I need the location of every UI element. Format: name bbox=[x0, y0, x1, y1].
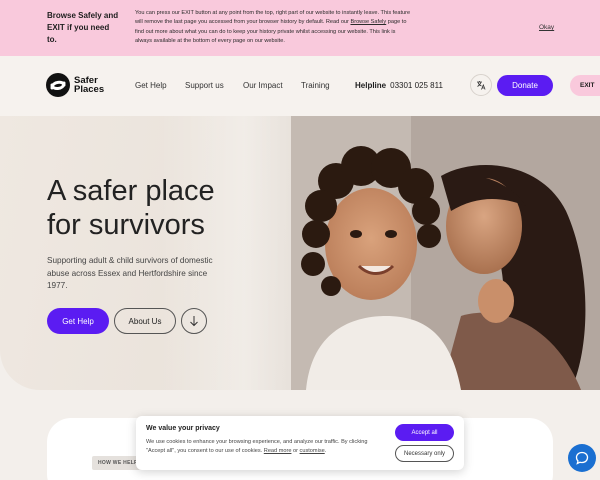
hero-title-line-2: for survivors bbox=[47, 209, 205, 241]
cookie-text-part-1: We use cookies to enhance your browsing … bbox=[146, 439, 368, 454]
hero-background bbox=[160, 116, 300, 390]
chat-button[interactable] bbox=[568, 444, 596, 472]
nav-training[interactable]: Training bbox=[301, 81, 330, 90]
hero-photo-mother-and-child bbox=[291, 116, 600, 390]
nav-our-impact[interactable]: Our Impact bbox=[243, 81, 283, 90]
helpline-label: Helpline bbox=[355, 81, 387, 90]
notice-text: You can press our EXIT button at any poi… bbox=[135, 9, 413, 47]
exit-notice-banner: Browse Safely and EXIT if you need to. Y… bbox=[0, 0, 600, 56]
get-help-button[interactable]: Get Help bbox=[47, 308, 109, 334]
cookie-banner: We value your privacy We use cookies to … bbox=[136, 416, 464, 470]
nav-get-help[interactable]: Get Help bbox=[135, 81, 167, 90]
accept-all-button[interactable]: Accept all bbox=[395, 424, 454, 441]
arrow-down-icon bbox=[190, 316, 198, 327]
hero-title: A safer place for survivors bbox=[47, 174, 215, 242]
translate-icon bbox=[477, 81, 486, 90]
chat-icon bbox=[575, 451, 589, 465]
scroll-down-button[interactable] bbox=[181, 308, 207, 334]
nav-support-us[interactable]: Support us bbox=[185, 81, 224, 90]
translate-button[interactable] bbox=[470, 74, 492, 96]
notice-title: Browse Safely and EXIT if you need to. bbox=[47, 11, 119, 44]
exit-button[interactable]: EXIT bbox=[570, 75, 600, 96]
browse-safely-link[interactable]: Browse Safely bbox=[350, 19, 386, 25]
logo-text: Safer Places bbox=[74, 74, 105, 95]
hero-subtitle: Supporting adult & child survivors of do… bbox=[47, 256, 213, 290]
read-more-link[interactable]: Read more bbox=[264, 448, 292, 454]
cookie-text-part-2: or bbox=[291, 448, 300, 454]
hero-title-line-1: A safer place bbox=[47, 175, 215, 207]
okay-button[interactable]: Okay bbox=[539, 24, 554, 31]
necessary-only-button[interactable]: Necessary only bbox=[395, 445, 454, 462]
helpline-number: 03301 025 811 bbox=[390, 81, 443, 90]
cookie-text-part-3: . bbox=[324, 448, 327, 454]
helpline[interactable]: Helpline 03301 025 811 bbox=[355, 81, 443, 90]
logo[interactable]: Safer Places bbox=[46, 73, 114, 97]
cookie-title: We value your privacy bbox=[146, 425, 220, 432]
cookie-text: We use cookies to enhance your browsing … bbox=[146, 438, 378, 456]
hero-section: A safer place for survivors Supporting a… bbox=[0, 116, 600, 390]
donate-button[interactable]: Donate bbox=[497, 75, 553, 96]
about-us-button[interactable]: About Us bbox=[114, 308, 176, 334]
logo-mark-icon bbox=[46, 73, 70, 97]
customise-link[interactable]: customise bbox=[300, 448, 325, 454]
